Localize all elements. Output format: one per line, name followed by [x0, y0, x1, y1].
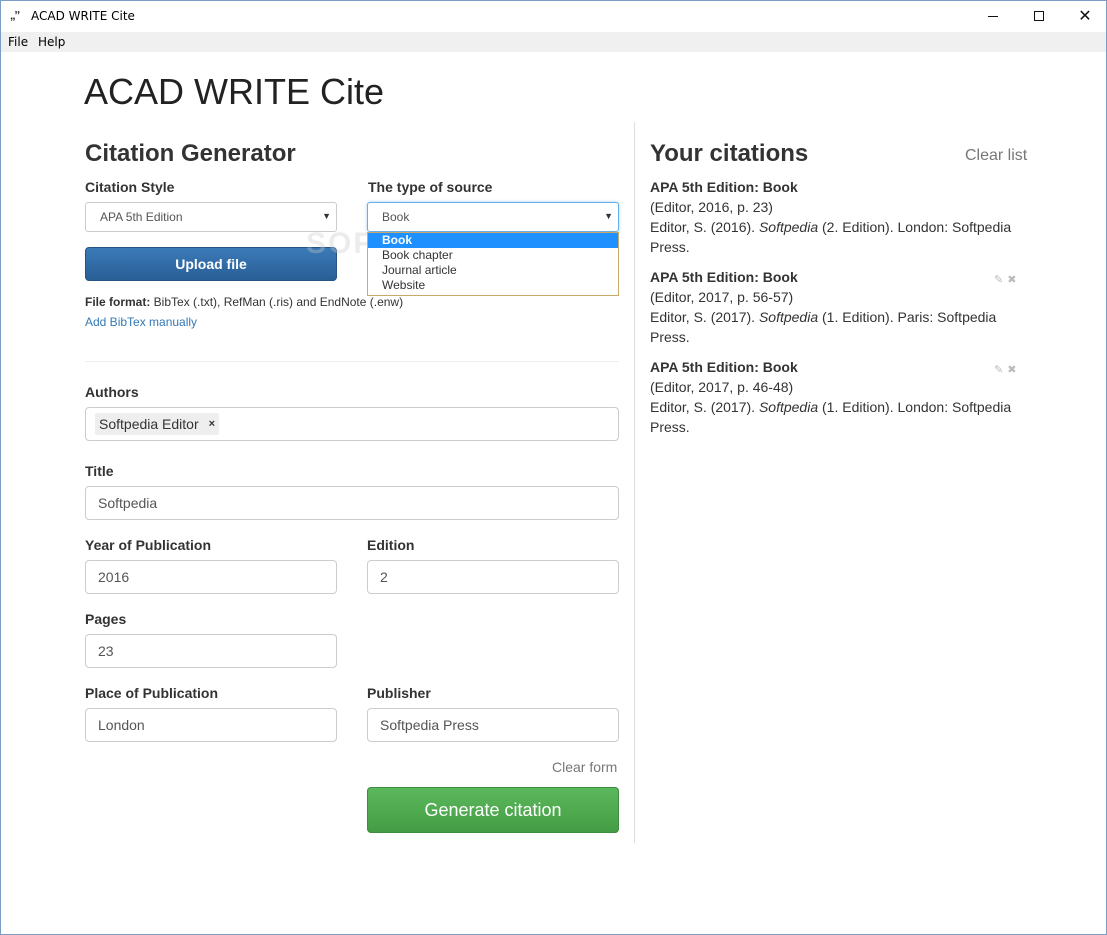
section-divider — [85, 361, 619, 362]
chevron-down-icon: ▼ — [322, 211, 331, 221]
generate-citation-button[interactable]: Generate citation — [367, 787, 619, 833]
citation-reference: Editor, S. (2017). Softpedia (1. Edition… — [650, 397, 1030, 437]
citation-title: APA 5th Edition: Book — [650, 179, 798, 195]
publisher-input[interactable]: Softpedia Press — [367, 708, 619, 742]
citation-intext: (Editor, 2016, p. 23) — [650, 199, 773, 215]
reference-prefix: Editor, S. (2017). — [650, 399, 759, 415]
menu-bar: File Help — [1, 32, 1106, 52]
reference-title: Softpedia — [758, 399, 819, 415]
citation-item: APA 5th Edition: Book (Editor, 2017, p. … — [650, 357, 1030, 437]
page-title: ACAD WRITE Cite — [84, 71, 385, 112]
source-type-value: Book — [382, 210, 410, 224]
maximize-icon — [1034, 11, 1044, 21]
place-input[interactable]: London — [85, 708, 337, 742]
citation-item: APA 5th Edition: Book (Editor, 2017, p. … — [650, 267, 1030, 347]
place-label: Place of Publication — [85, 685, 219, 701]
source-type-dropdown: Book Book chapter Journal article Websit… — [367, 232, 619, 296]
generator-heading: Citation Generator — [85, 140, 296, 167]
source-type-label: The type of source — [368, 179, 493, 195]
reference-prefix: Editor, S. (2016). — [650, 219, 759, 235]
minimize-button[interactable] — [970, 1, 1016, 31]
pages-label: Pages — [85, 611, 127, 627]
citation-reference: Editor, S. (2016). Softpedia (2. Edition… — [650, 217, 1030, 257]
remove-tag-icon[interactable]: × — [209, 418, 215, 430]
year-input[interactable]: 2016 — [85, 560, 337, 594]
edition-input[interactable]: 2 — [367, 560, 619, 594]
dropdown-option-book[interactable]: Book — [368, 233, 618, 248]
add-bibtex-link[interactable]: Add BibTex manually — [85, 315, 197, 329]
citation-style-value: APA 5th Edition — [100, 210, 183, 224]
dropdown-option-book-chapter[interactable]: Book chapter — [368, 248, 618, 263]
delete-icon[interactable]: ✖ — [1007, 363, 1016, 376]
reference-title: Softpedia — [758, 219, 819, 235]
edition-label: Edition — [367, 537, 415, 553]
app-window: „ˮ ACAD WRITE Cite ✕ File Help ACAD WRIT… — [0, 0, 1107, 935]
publisher-label: Publisher — [367, 685, 431, 701]
maximize-button[interactable] — [1016, 1, 1062, 31]
dropdown-option-website[interactable]: Website — [368, 278, 618, 293]
window-title: ACAD WRITE Cite — [31, 9, 135, 23]
citations-heading: Your citations — [650, 140, 809, 167]
citation-title: APA 5th Edition: Book — [650, 269, 798, 285]
edit-icon[interactable]: ✎ — [994, 273, 1003, 286]
file-format-text: BibTex (.txt), RefMan (.ris) and EndNote… — [150, 295, 404, 309]
author-tag-label: Softpedia Editor — [99, 416, 199, 432]
file-format-note: File format: BibTex (.txt), RefMan (.ris… — [85, 295, 403, 309]
citation-style-label: Citation Style — [85, 179, 175, 195]
reference-title: Softpedia — [758, 309, 819, 325]
citation-intext: (Editor, 2017, p. 46-48) — [650, 379, 794, 395]
reference-prefix: Editor, S. (2017). — [650, 309, 759, 325]
citation-actions: ✎ ✖ — [994, 273, 1016, 286]
upload-file-button[interactable]: Upload file — [85, 247, 337, 281]
close-button[interactable]: ✕ — [1062, 1, 1106, 31]
menu-help[interactable]: Help — [38, 35, 65, 49]
clear-form-link[interactable]: Clear form — [552, 759, 617, 775]
year-label: Year of Publication — [85, 537, 212, 553]
title-bar: „ˮ ACAD WRITE Cite ✕ — [1, 1, 1106, 32]
citation-style-select[interactable]: APA 5th Edition ▼ — [85, 202, 337, 232]
citation-actions: ✎ ✖ — [994, 363, 1016, 376]
close-icon: ✕ — [1078, 6, 1092, 25]
clear-list-link[interactable]: Clear list — [965, 147, 1027, 165]
minimize-icon — [988, 15, 998, 17]
citation-reference: Editor, S. (2017). Softpedia (1. Edition… — [650, 307, 1030, 347]
pages-input[interactable]: 23 — [85, 634, 337, 668]
authors-label: Authors — [85, 384, 139, 400]
column-divider — [634, 122, 635, 843]
title-label: Title — [85, 463, 114, 479]
edit-icon[interactable]: ✎ — [994, 363, 1003, 376]
file-format-label: File format: — [85, 295, 151, 309]
citation-item: APA 5th Edition: Book (Editor, 2016, p. … — [650, 177, 1030, 257]
dropdown-option-journal-article[interactable]: Journal article — [368, 263, 618, 278]
author-tag: Softpedia Editor × — [95, 413, 220, 435]
app-icon: „ˮ — [10, 10, 20, 22]
chevron-down-icon: ▼ — [604, 211, 613, 221]
citation-intext: (Editor, 2017, p. 56-57) — [650, 289, 794, 305]
delete-icon[interactable]: ✖ — [1007, 273, 1016, 286]
menu-file[interactable]: File — [8, 35, 28, 49]
title-input[interactable]: Softpedia — [85, 486, 619, 520]
citation-title: APA 5th Edition: Book — [650, 359, 798, 375]
